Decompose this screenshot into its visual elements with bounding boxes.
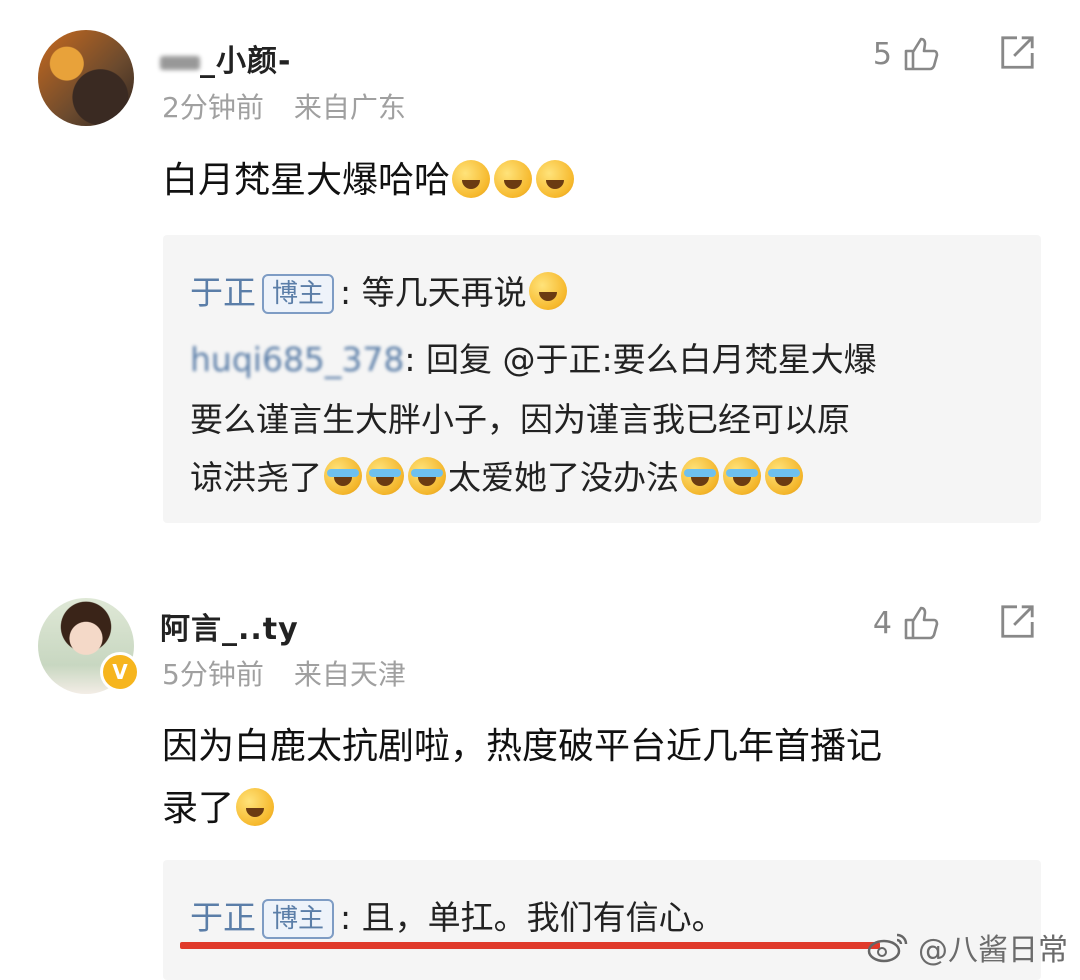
cry-emoji-icon xyxy=(408,457,446,495)
highlight-underline xyxy=(180,942,880,949)
comment-text-line: 因为白鹿太抗剧啦，热度破平台近几年首播记 xyxy=(162,726,883,767)
comment-text-line: 录了 xyxy=(162,778,1032,840)
share-icon[interactable] xyxy=(998,603,1036,641)
weibo-logo-icon xyxy=(867,933,908,963)
comment-meta: 5分钟前 来自天津 xyxy=(162,653,406,693)
comment-location: 来自天津 xyxy=(293,658,406,691)
comment-time: 5分钟前 xyxy=(162,658,264,691)
sub-reply-author[interactable]: huqi685_378 xyxy=(190,340,404,379)
laugh-emoji-icon xyxy=(494,160,533,198)
reply-blogger: 于正 博主: 等几天再说 xyxy=(190,263,1010,323)
shush-emoji-icon xyxy=(528,272,567,310)
reply-sub-cont2: 谅洪尧了 太爱她了没办法 xyxy=(190,448,1010,508)
comment-time: 2分钟前 xyxy=(162,91,264,124)
username[interactable]: 阿言_..ty xyxy=(160,604,299,648)
reply-sub: huqi685_378: 回复 @于正:要么白月梵星大爆 xyxy=(190,340,877,379)
comment-location: 来自广东 xyxy=(293,91,406,124)
watermark: @八酱日常 xyxy=(866,925,1068,969)
verified-badge-icon: V xyxy=(100,652,140,692)
like-count: 5 xyxy=(872,36,892,72)
cry-emoji-icon xyxy=(366,457,404,495)
blogger-tag: 博主 xyxy=(262,274,335,314)
cry-emoji-icon xyxy=(324,457,362,495)
watermark-text: @八酱日常 xyxy=(918,933,1068,968)
like-count: 4 xyxy=(872,605,892,641)
reply-author[interactable]: 于正 xyxy=(190,898,256,937)
comment-meta: 2分钟前 来自广东 xyxy=(162,86,406,126)
avatar[interactable] xyxy=(38,30,134,126)
reply-author[interactable]: 于正 xyxy=(190,273,256,312)
comment-text: 白月梵星大爆哈哈 xyxy=(162,150,1032,212)
thumbs-up-icon xyxy=(904,37,939,71)
username[interactable]: _小颜- xyxy=(160,36,291,80)
blogger-tag: 博主 xyxy=(262,899,335,939)
reply-box[interactable]: 于正 博主: 等几天再说 huqi685_378: 回复 @于正:要么白月梵星大爆… xyxy=(163,235,1041,523)
like-button[interactable]: 4 xyxy=(873,603,940,643)
thumbs-up-icon xyxy=(904,606,939,640)
cry-emoji-icon xyxy=(723,457,761,495)
like-button[interactable]: 5 xyxy=(873,34,940,74)
laugh-emoji-icon xyxy=(536,160,575,198)
cry-emoji-icon xyxy=(681,457,719,495)
laugh-emoji-icon xyxy=(452,160,491,198)
comment-text: 因为白鹿太抗剧啦，热度破平台近几年首播记 录了 xyxy=(162,716,1032,840)
flower-emoji-icon xyxy=(236,788,275,826)
share-icon[interactable] xyxy=(998,34,1036,72)
cry-emoji-icon xyxy=(765,457,803,495)
reply-sub-cont: 要么谨言生大胖小子，因为谨言我已经可以原 xyxy=(190,400,850,439)
